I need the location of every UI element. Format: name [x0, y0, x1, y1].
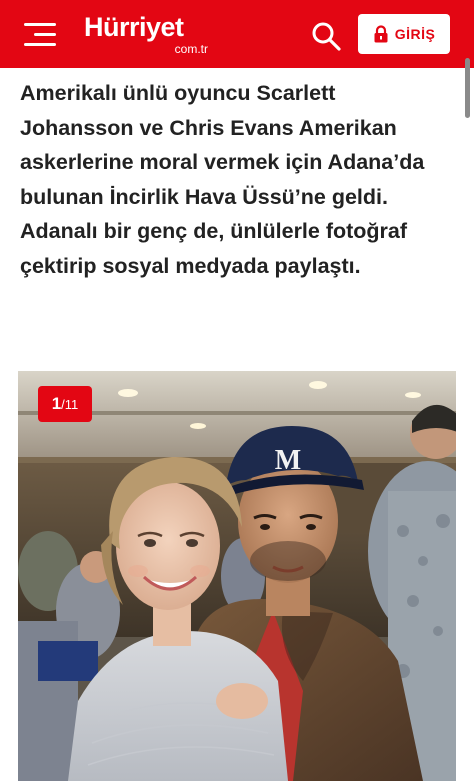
scrollbar[interactable] [465, 58, 470, 118]
page: Hürriyet com.tr GİRİŞ Amerikalı ünlü oyu… [0, 0, 474, 781]
logo-domain: com.tr [174, 42, 208, 56]
logo-text: Hürriyet [84, 12, 184, 42]
gallery-photo[interactable]: M [18, 371, 456, 781]
menu-icon[interactable] [24, 20, 58, 48]
gallery-counter: 1/11 [38, 386, 92, 422]
search-icon[interactable] [310, 20, 342, 52]
lock-icon [374, 25, 388, 43]
article-summary: Amerikalı ünlü oyuncu Scarlett Johansson… [20, 81, 425, 278]
site-header: Hürriyet com.tr GİRİŞ [0, 0, 474, 68]
site-logo[interactable]: Hürriyet com.tr [84, 12, 214, 58]
login-label: GİRİŞ [394, 26, 436, 42]
cap-logo: M [275, 445, 301, 476]
login-button[interactable]: GİRİŞ [358, 14, 450, 54]
gallery-total: 11 [64, 396, 79, 412]
gallery-current: 1 [51, 394, 62, 413]
